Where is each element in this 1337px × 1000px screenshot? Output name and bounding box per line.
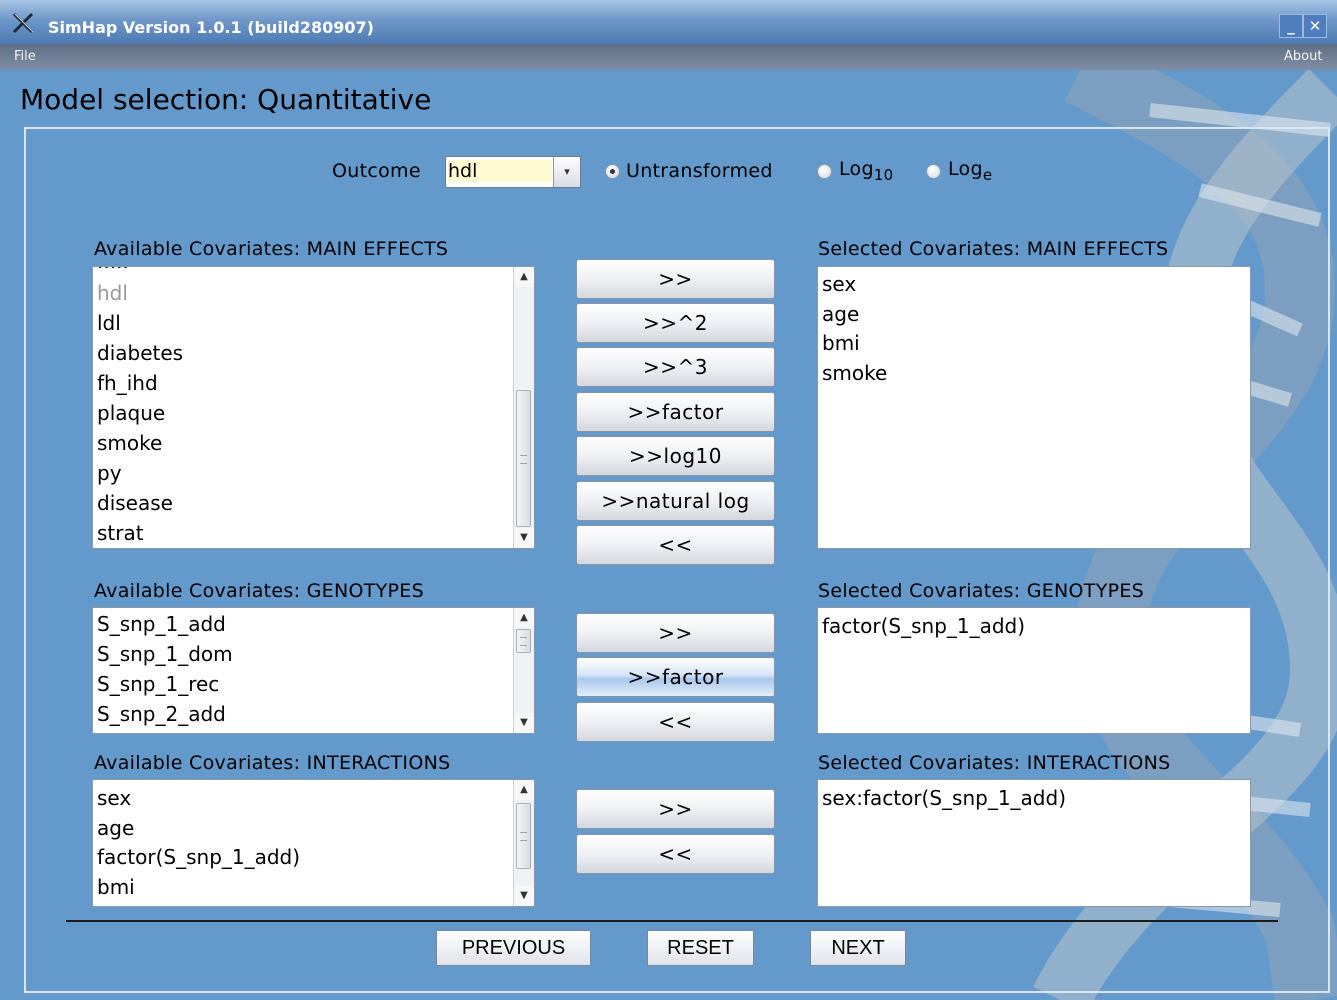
add-main-effect-button[interactable]: >> <box>576 259 775 299</box>
scroll-thumb[interactable] <box>516 803 531 869</box>
list-item[interactable]: bmi <box>822 331 860 355</box>
radio-loge-label[interactable]: Loge <box>948 158 992 184</box>
list-item[interactable]: smoke <box>97 431 162 455</box>
next-button[interactable]: NEXT <box>810 930 906 966</box>
list-item[interactable]: py <box>97 461 122 485</box>
previous-button[interactable]: PREVIOUS <box>436 930 591 966</box>
minimize-button[interactable]: _ <box>1279 14 1303 38</box>
selected-interactions-label: Selected Covariates: INTERACTIONS <box>818 752 1171 774</box>
menu-bar: File About <box>0 44 1337 70</box>
scroll-up-icon[interactable]: ▲ <box>514 780 534 800</box>
radio-loge[interactable] <box>926 164 941 179</box>
reset-button[interactable]: RESET <box>647 930 754 966</box>
list-item[interactable]: bmi <box>97 875 135 899</box>
list-item[interactable]: sex:factor(S_snp_1_add) <box>822 786 1066 810</box>
add-squared-button[interactable]: >>^2 <box>576 303 775 343</box>
scroll-thumb[interactable] <box>516 390 531 527</box>
list-item[interactable]: ldl <box>97 311 121 335</box>
x-logo-icon <box>12 12 34 34</box>
list-item[interactable]: sex <box>97 786 131 810</box>
list-item[interactable]: factor(S_snp_1_add) <box>97 845 300 869</box>
title-bar: SimHap Version 1.0.1 (build280907) _ ✕ <box>0 0 1337 44</box>
radio-untransformed-label[interactable]: Untransformed <box>626 160 773 182</box>
scroll-up-icon[interactable]: ▲ <box>514 608 534 628</box>
selected-genotypes-label: Selected Covariates: GENOTYPES <box>818 580 1145 602</box>
list-item[interactable]: S_snp_1_rec <box>97 672 219 696</box>
remove-interaction-button[interactable]: << <box>576 834 775 874</box>
close-button[interactable]: ✕ <box>1303 14 1327 38</box>
page-title: Model selection: Quantitative <box>20 83 432 116</box>
remove-genotype-button[interactable]: << <box>576 702 775 742</box>
available-genotypes-label: Available Covariates: GENOTYPES <box>94 580 424 602</box>
list-item[interactable]: S_snp_1_dom <box>97 642 233 666</box>
outcome-select[interactable]: hdl ▾ <box>445 156 581 188</box>
scrollbar[interactable]: ▲ ▼ <box>513 267 534 548</box>
list-item[interactable]: fh_ihd <box>97 371 158 395</box>
selected-interactions-list[interactable]: sex:factor(S_snp_1_add) <box>817 779 1251 907</box>
chevron-down-icon[interactable]: ▾ <box>553 157 580 187</box>
add-genotype-factor-button[interactable]: >>factor <box>576 657 775 697</box>
list-item[interactable]: age <box>822 302 859 326</box>
list-item[interactable]: S_snp_2_add <box>97 702 226 726</box>
available-interactions-list[interactable]: sex age factor(S_snp_1_add) bmi ▲ ▼ <box>92 779 535 907</box>
remove-main-effect-button[interactable]: << <box>576 525 775 565</box>
scrollbar[interactable]: ▲ ▼ <box>513 608 534 733</box>
divider <box>66 920 1278 922</box>
add-genotype-button[interactable]: >> <box>576 613 775 653</box>
radio-log10-label[interactable]: Log10 <box>839 158 894 184</box>
add-log10-button[interactable]: >>log10 <box>576 436 775 476</box>
add-natural-log-button[interactable]: >>natural log <box>576 481 775 521</box>
list-item[interactable]: ····· <box>97 267 129 279</box>
list-item[interactable]: sex <box>822 272 856 296</box>
radio-log10[interactable] <box>817 164 832 179</box>
scroll-down-icon[interactable]: ▼ <box>514 713 534 733</box>
list-item[interactable]: S_snp_1_add <box>97 612 226 636</box>
outcome-label: Outcome <box>332 160 421 182</box>
available-genotypes-list[interactable]: S_snp_1_add S_snp_1_dom S_snp_1_rec S_sn… <box>92 607 535 734</box>
outcome-value: hdl <box>448 160 552 182</box>
add-interaction-button[interactable]: >> <box>576 789 775 829</box>
list-item[interactable]: factor(S_snp_1_add) <box>822 614 1025 638</box>
menu-file[interactable]: File <box>14 49 36 64</box>
scroll-up-icon[interactable]: ▲ <box>514 267 534 287</box>
list-item[interactable]: hdl <box>97 281 128 305</box>
selected-genotypes-list[interactable]: factor(S_snp_1_add) <box>817 607 1251 734</box>
scroll-down-icon[interactable]: ▼ <box>514 886 534 906</box>
add-factor-button[interactable]: >>factor <box>576 392 775 432</box>
list-item[interactable]: strat <box>97 521 144 545</box>
scrollbar[interactable]: ▲ ▼ <box>513 780 534 906</box>
list-item[interactable]: smoke <box>822 361 887 385</box>
add-cubed-button[interactable]: >>^3 <box>576 347 775 387</box>
list-item[interactable]: disease <box>97 491 173 515</box>
radio-untransformed[interactable] <box>605 164 620 179</box>
scroll-down-icon[interactable]: ▼ <box>514 528 534 548</box>
available-main-effects-label: Available Covariates: MAIN EFFECTS <box>94 238 449 260</box>
window-title: SimHap Version 1.0.1 (build280907) <box>48 18 374 37</box>
selected-main-effects-label: Selected Covariates: MAIN EFFECTS <box>818 238 1169 260</box>
list-item[interactable]: plaque <box>97 401 165 425</box>
list-item[interactable]: diabetes <box>97 341 183 365</box>
menu-about[interactable]: About <box>1284 49 1322 64</box>
available-interactions-label: Available Covariates: INTERACTIONS <box>94 752 451 774</box>
selected-main-effects-list[interactable]: sex age bmi smoke <box>817 266 1251 549</box>
available-main-effects-list[interactable]: ····· hdl ldl diabetes fh_ihd plaque smo… <box>92 266 535 549</box>
scroll-thumb[interactable] <box>516 629 531 653</box>
list-item[interactable]: age <box>97 816 134 840</box>
